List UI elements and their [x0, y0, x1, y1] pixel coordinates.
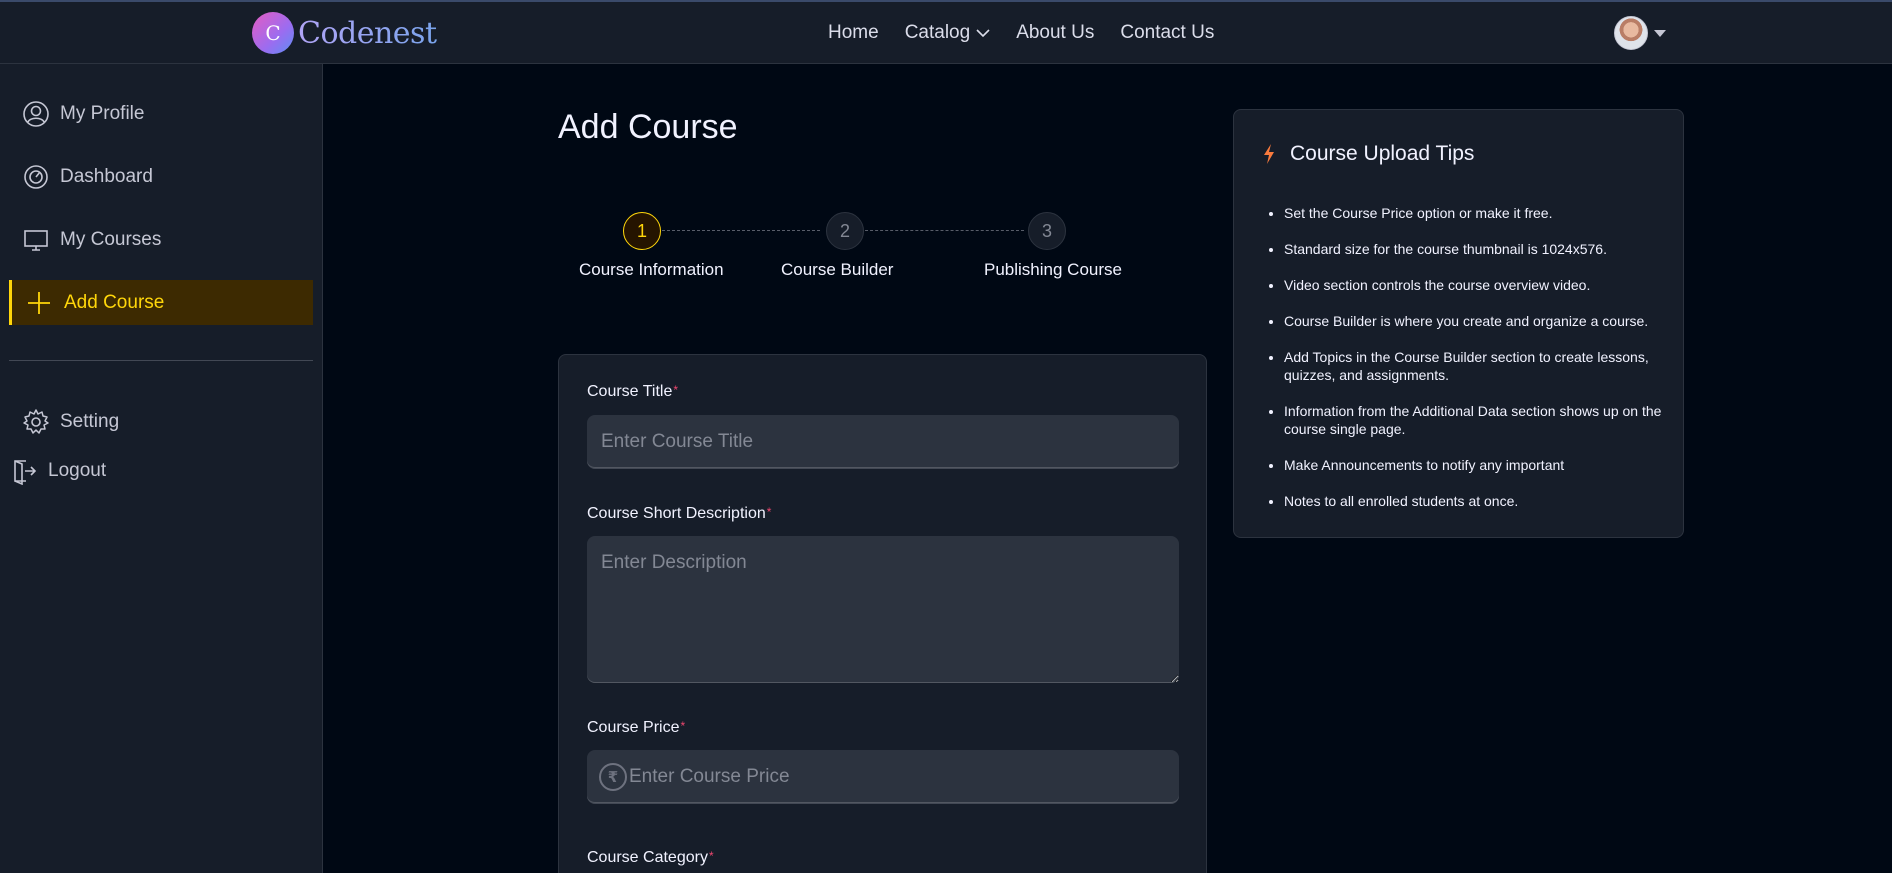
course-price-label-text: Course Price	[587, 719, 680, 736]
course-info-form: Course Title* Course Short Description* …	[558, 354, 1207, 873]
logo[interactable]: C Codenest	[252, 12, 437, 54]
tips-title-text: Course Upload Tips	[1290, 142, 1475, 165]
step-2-circle: 2	[826, 212, 864, 250]
sidebar-item-label: Logout	[48, 460, 107, 481]
course-category-label-text: Course Category	[587, 849, 708, 866]
tip-item: Add Topics in the Course Builder section…	[1284, 348, 1664, 384]
step-3-circle: 3	[1028, 212, 1066, 250]
profile-dropdown[interactable]	[1614, 16, 1666, 50]
step-3-label: Publishing Course	[984, 260, 1122, 279]
sidebar-item-logout[interactable]: Logout	[10, 457, 106, 485]
sidebar-item-label: Add Course	[64, 291, 165, 313]
nav-about[interactable]: About Us	[1016, 22, 1094, 44]
course-description-textarea[interactable]	[587, 536, 1179, 683]
tip-item: Make Announcements to notify any importa…	[1284, 456, 1664, 474]
monitor-icon	[24, 230, 48, 251]
tip-item: Set the Course Price option or make it f…	[1284, 204, 1664, 222]
nav-home[interactable]: Home	[828, 22, 879, 44]
top-navbar: C Codenest Home Catalog About Us Contact…	[0, 0, 1892, 64]
plus-icon	[28, 291, 50, 314]
sidebar-divider	[9, 360, 313, 361]
sidebar-item-my-courses[interactable]: My Courses	[22, 226, 161, 254]
sidebar-item-setting[interactable]: Setting	[22, 408, 119, 436]
nav-contact[interactable]: Contact Us	[1120, 22, 1214, 44]
tip-item: Video section controls the course overvi…	[1284, 276, 1664, 294]
progress-stepper: 1 2 3 Course Information Course Builder …	[558, 212, 1122, 282]
required-mark: *	[766, 505, 772, 519]
logo-text: Codenest	[298, 15, 437, 51]
nav-catalog-label: Catalog	[904, 22, 971, 43]
sidebar: My Profile Dashboard My Courses Add Cour…	[0, 64, 323, 873]
lightning-icon	[1264, 144, 1274, 164]
upload-tips-card: Course Upload Tips Set the Course Price …	[1233, 109, 1684, 538]
step-1-label: Course Information	[579, 260, 724, 279]
page-title: Add Course	[558, 108, 738, 146]
main-nav: Home Catalog About Us Contact Us	[828, 22, 1240, 44]
rupee-icon: ₹	[599, 763, 627, 791]
step-connector	[662, 230, 820, 231]
required-mark: *	[680, 719, 686, 733]
sidebar-item-my-profile[interactable]: My Profile	[22, 100, 144, 128]
course-price-label: Course Price*	[587, 719, 685, 737]
tip-item: Standard size for the course thumbnail i…	[1284, 240, 1664, 258]
gear-icon	[23, 409, 49, 434]
step-connector	[860, 230, 1024, 231]
logout-icon	[14, 460, 37, 485]
step-2-label: Course Builder	[781, 260, 894, 279]
gauge-icon	[24, 165, 48, 189]
logo-badge: C	[252, 12, 294, 54]
course-description-label: Course Short Description*	[587, 505, 771, 523]
sidebar-item-label: My Profile	[60, 103, 145, 124]
caret-down-icon	[1654, 29, 1666, 37]
course-title-label-text: Course Title	[587, 383, 673, 400]
course-category-label: Course Category*	[587, 849, 714, 867]
course-title-label: Course Title*	[587, 383, 678, 401]
course-price-input[interactable]	[587, 750, 1179, 804]
tip-item: Information from the Additional Data sec…	[1284, 402, 1664, 438]
sidebar-item-label: Setting	[60, 411, 120, 432]
sidebar-item-add-course[interactable]: Add Course	[9, 280, 313, 325]
course-title-input[interactable]	[587, 415, 1179, 469]
sidebar-item-dashboard[interactable]: Dashboard	[22, 163, 153, 191]
tips-list: Set the Course Price option or make it f…	[1284, 204, 1664, 528]
sidebar-item-label: Dashboard	[60, 166, 153, 187]
required-mark: *	[673, 383, 679, 397]
user-circle-icon	[23, 101, 49, 127]
chevron-down-icon	[976, 29, 990, 38]
course-description-label-text: Course Short Description	[587, 505, 766, 522]
sidebar-item-label: My Courses	[60, 229, 162, 250]
nav-catalog[interactable]: Catalog	[905, 22, 991, 44]
tips-title: Course Upload Tips	[1262, 142, 1474, 166]
step-1-circle: 1	[623, 212, 661, 250]
avatar[interactable]	[1614, 16, 1648, 50]
required-mark: *	[708, 849, 714, 863]
tip-item: Course Builder is where you create and o…	[1284, 312, 1664, 330]
tip-item: Notes to all enrolled students at once.	[1284, 492, 1664, 510]
